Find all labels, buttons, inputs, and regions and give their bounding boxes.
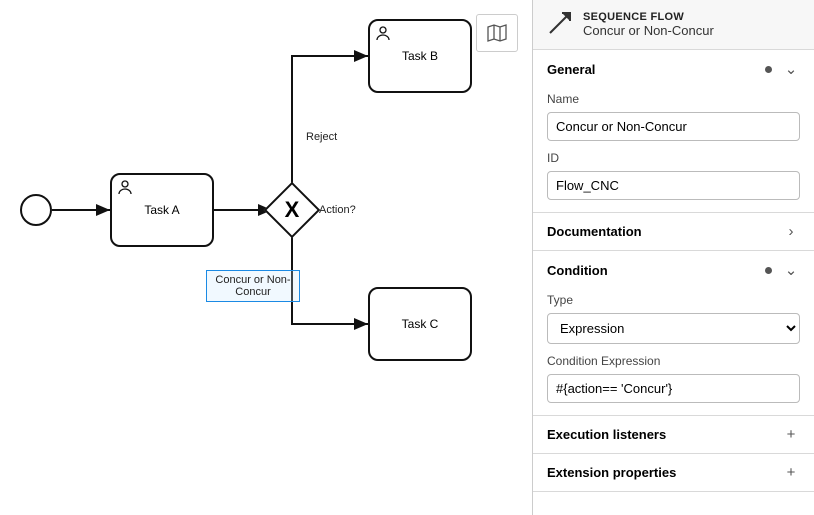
id-label: ID — [547, 151, 800, 165]
section-general: General ⌄ Name ID — [533, 50, 814, 213]
section-documentation-title: Documentation — [547, 224, 642, 239]
section-execution-listeners: Execution listeners + — [533, 416, 814, 454]
task-a-label: Task A — [144, 203, 179, 217]
expr-input[interactable] — [547, 374, 800, 403]
chevron-down-icon: ⌄ — [782, 60, 800, 78]
section-extension-properties-title: Extension properties — [547, 465, 676, 480]
section-condition: Condition ⌄ Type Expression Condition Ex… — [533, 251, 814, 416]
edge-label-concur[interactable]: Concur or Non-Concur — [206, 270, 300, 302]
section-condition-header[interactable]: Condition ⌄ — [533, 251, 814, 289]
id-input[interactable] — [547, 171, 800, 200]
section-execution-listeners-title: Execution listeners — [547, 427, 666, 442]
section-execution-listeners-header[interactable]: Execution listeners + — [533, 416, 814, 453]
element-type: SEQUENCE FLOW — [583, 11, 714, 23]
task-c[interactable]: Task C — [368, 287, 472, 361]
task-b-label: Task B — [402, 49, 438, 63]
section-condition-title: Condition — [547, 263, 608, 278]
section-extension-properties-header[interactable]: Extension properties + — [533, 454, 814, 491]
name-input[interactable] — [547, 112, 800, 141]
task-a[interactable]: Task A — [110, 173, 214, 247]
section-documentation-header[interactable]: Documentation › — [533, 213, 814, 250]
gateway-label[interactable]: Action? — [319, 204, 356, 216]
bpmn-canvas[interactable]: Task A X Action? Reject Concur or Non-Co… — [0, 0, 532, 515]
change-indicator-icon — [765, 267, 772, 274]
section-extension-properties: Extension properties + — [533, 454, 814, 492]
user-task-icon — [117, 179, 133, 198]
task-c-label: Task C — [402, 317, 439, 331]
plus-icon[interactable]: + — [782, 464, 800, 481]
type-label: Type — [547, 293, 800, 307]
map-icon — [487, 24, 507, 42]
name-label: Name — [547, 92, 800, 106]
chevron-down-icon: ⌄ — [782, 261, 800, 279]
chevron-right-icon: › — [782, 223, 800, 240]
plus-icon[interactable]: + — [782, 426, 800, 443]
change-indicator-icon — [765, 66, 772, 73]
section-general-header[interactable]: General ⌄ — [533, 50, 814, 88]
exclusive-gateway[interactable]: X — [272, 190, 312, 230]
gateway-x-icon: X — [272, 190, 312, 230]
task-b[interactable]: Task B — [368, 19, 472, 93]
start-event[interactable] — [20, 194, 52, 226]
expr-label: Condition Expression — [547, 354, 800, 368]
section-documentation: Documentation › — [533, 213, 814, 251]
section-general-title: General — [547, 62, 595, 77]
user-task-icon — [375, 25, 391, 44]
minimap-toggle[interactable] — [476, 14, 518, 52]
type-select[interactable]: Expression — [547, 313, 800, 344]
sequence-flow-icon — [547, 10, 573, 39]
app-root: Task A X Action? Reject Concur or Non-Co… — [0, 0, 814, 515]
panel-header: SEQUENCE FLOW Concur or Non-Concur — [533, 0, 814, 50]
properties-panel: SEQUENCE FLOW Concur or Non-Concur Gener… — [532, 0, 814, 515]
element-name: Concur or Non-Concur — [583, 23, 714, 38]
edge-label-reject[interactable]: Reject — [306, 131, 337, 143]
